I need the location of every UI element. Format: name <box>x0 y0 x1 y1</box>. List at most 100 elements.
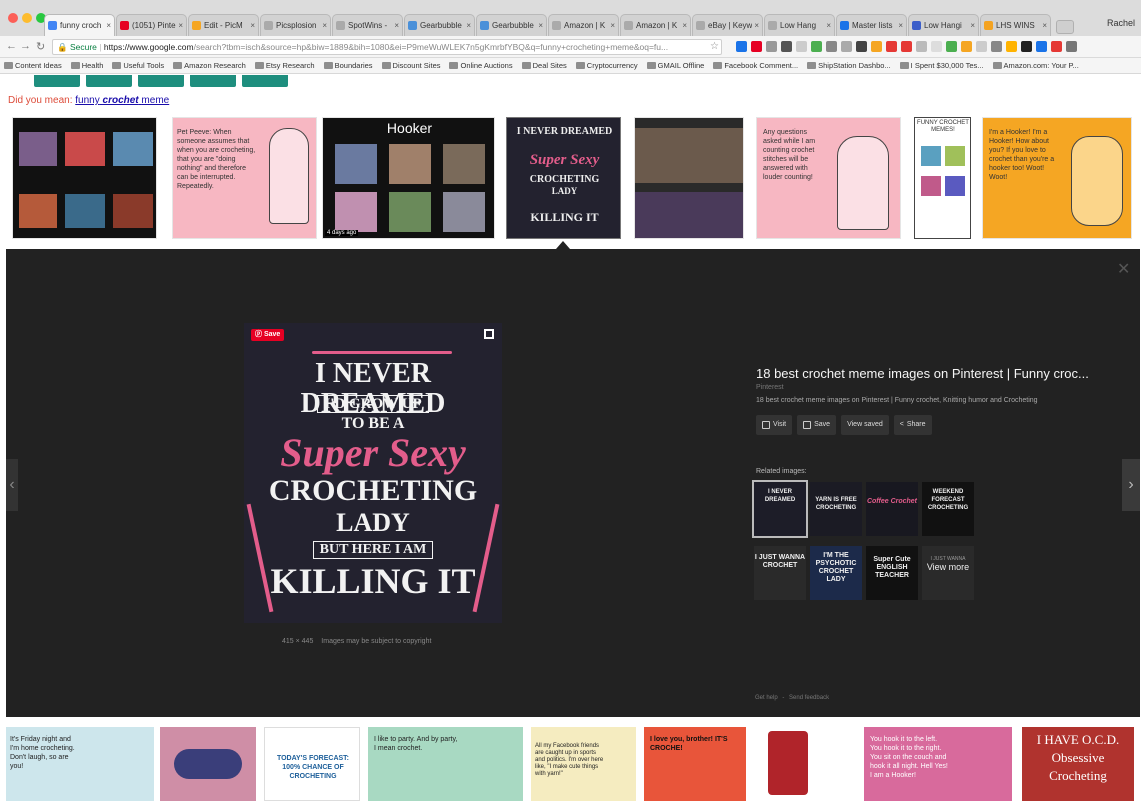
bookmark-item[interactable]: Online Auctions <box>449 61 513 70</box>
search-chip[interactable] <box>86 75 132 87</box>
image-result[interactable]: You hook it to the left. You hook it to … <box>864 727 1012 801</box>
expand-icon[interactable] <box>484 329 494 339</box>
back-arrow-icon[interactable]: ← <box>6 40 17 52</box>
menu-icon[interactable] <box>1066 41 1077 52</box>
image-result[interactable] <box>160 727 256 801</box>
extension-icon[interactable] <box>1021 41 1032 52</box>
bookmark-item[interactable]: ShipStation Dashbo... <box>807 61 891 70</box>
extension-icon[interactable] <box>1036 41 1047 52</box>
image-result[interactable]: It's Friday night and I'm home crochetin… <box>6 727 154 801</box>
image-result[interactable]: TODAY'S FORECAST: 100% CHANCE OF CROCHET… <box>264 727 360 801</box>
image-result[interactable] <box>634 117 744 239</box>
browser-tab[interactable]: SpotWins - × <box>332 14 403 36</box>
extension-icon[interactable] <box>826 41 837 52</box>
tab-close-icon[interactable]: × <box>682 21 687 30</box>
browser-tab[interactable]: Amazon | K × <box>548 14 619 36</box>
extension-icon[interactable] <box>856 41 867 52</box>
get-help-link[interactable]: Get help <box>755 695 778 701</box>
related-image[interactable]: WEEKEND FORECAST CROCHETING <box>922 482 974 536</box>
image-result[interactable] <box>12 117 157 239</box>
save-button[interactable]: Save <box>797 415 837 435</box>
related-image[interactable]: Coffee Crochet <box>866 482 918 536</box>
search-chip[interactable] <box>34 75 80 87</box>
tab-close-icon[interactable]: × <box>826 21 831 30</box>
extension-icon[interactable] <box>736 41 747 52</box>
bookmark-item[interactable]: Facebook Comment... <box>713 61 798 70</box>
bookmark-item[interactable]: I Spent $30,000 Tes... <box>899 61 984 70</box>
browser-tab[interactable]: Low Hang × <box>764 14 835 36</box>
search-chip[interactable] <box>138 75 184 87</box>
bookmark-star-icon[interactable]: ☆ <box>710 41 719 52</box>
view-saved-button[interactable]: View saved <box>841 415 889 435</box>
view-more-button[interactable]: I JUST WANNA View more <box>922 546 974 600</box>
bookmark-item[interactable]: Deal Sites <box>521 61 567 70</box>
extension-icon[interactable] <box>811 41 822 52</box>
tab-close-icon[interactable]: × <box>250 21 255 30</box>
pinterest-save-button[interactable]: ⓟ Save <box>251 329 285 341</box>
tab-close-icon[interactable]: × <box>466 21 471 30</box>
extension-icon[interactable] <box>751 41 762 52</box>
extension-icon[interactable] <box>961 41 972 52</box>
address-bar[interactable]: 🔒 Secure | https://www.google.com/search… <box>52 39 722 55</box>
image-result[interactable]: Pet Peeve: When someone assumes that whe… <box>172 117 317 239</box>
image-result[interactable]: All my Facebook friends are caught up in… <box>531 727 636 801</box>
browser-tab[interactable]: Picsplosion × <box>260 14 331 36</box>
bookmark-item[interactable]: Amazon Research <box>173 61 246 70</box>
browser-tab[interactable]: Amazon | K × <box>620 14 691 36</box>
related-image[interactable]: I JUST WANNA CROCHET <box>754 546 806 600</box>
bookmark-item[interactable]: Useful Tools <box>112 61 164 70</box>
bookmark-item[interactable]: Etsy Research <box>254 61 315 70</box>
image-result[interactable]: I'm a Hooker! I'm a Hooker! How about yo… <box>982 117 1132 239</box>
browser-tab[interactable]: funny croch × <box>44 14 115 36</box>
related-image[interactable]: I NEVER DREAMED <box>752 480 808 538</box>
extension-icon[interactable] <box>1051 41 1062 52</box>
bookmark-item[interactable]: Boundaries <box>323 61 373 70</box>
extension-icon[interactable] <box>871 41 882 52</box>
bookmark-item[interactable]: GMAIL Offline <box>646 61 704 70</box>
related-image[interactable]: YARN IS FREE CROCHETING <box>810 482 862 536</box>
profile-name[interactable]: Rachel <box>1107 18 1135 28</box>
extension-icon[interactable] <box>781 41 792 52</box>
extension-icon[interactable] <box>991 41 1002 52</box>
share-button[interactable]: < Share <box>893 415 932 435</box>
extension-icon[interactable] <box>1006 41 1017 52</box>
image-result[interactable]: I HAVE O.C.D. Obsessive Crocheting <box>1022 727 1134 801</box>
tab-close-icon[interactable]: × <box>106 21 111 30</box>
tab-close-icon[interactable]: × <box>898 21 903 30</box>
new-tab-button[interactable] <box>1056 20 1074 34</box>
related-image[interactable]: Super Cute ENGLISH TEACHER <box>866 546 918 600</box>
extension-icon[interactable] <box>931 41 942 52</box>
tab-close-icon[interactable]: × <box>178 21 183 30</box>
related-image[interactable]: I'M THE PSYCHOTIC CROCHET LADY <box>810 546 862 600</box>
browser-tab[interactable]: Low Hangi × <box>908 14 979 36</box>
image-result-selected[interactable]: I NEVER DREAMED Super Sexy CROCHETING LA… <box>506 117 621 239</box>
extension-icon[interactable] <box>766 41 777 52</box>
close-window-button[interactable] <box>8 13 18 23</box>
bookmark-item[interactable]: Health <box>70 61 103 70</box>
browser-tab[interactable]: (1051) Pinte × <box>116 14 187 36</box>
bookmark-item[interactable]: Amazon.com: Your P... <box>992 61 1079 70</box>
browser-tab[interactable]: Master lists × <box>836 14 907 36</box>
image-result[interactable] <box>754 727 858 801</box>
minimize-window-button[interactable] <box>22 13 32 23</box>
forward-arrow-icon[interactable]: → <box>20 40 31 52</box>
extension-icon[interactable] <box>886 41 897 52</box>
browser-tab[interactable]: LHS WINS × <box>980 14 1051 36</box>
browser-tab[interactable]: Gearbubble × <box>404 14 475 36</box>
extension-icon[interactable] <box>976 41 987 52</box>
close-icon[interactable]: ✕ <box>1117 259 1130 279</box>
tab-close-icon[interactable]: × <box>1042 21 1047 30</box>
image-result[interactable]: I like to party. And by party, I mean cr… <box>368 727 523 801</box>
extension-icon[interactable] <box>841 41 852 52</box>
browser-tab[interactable]: eBay | Keyw × <box>692 14 763 36</box>
bookmark-item[interactable]: Content Ideas <box>4 61 62 70</box>
tab-close-icon[interactable]: × <box>322 21 327 30</box>
tab-close-icon[interactable]: × <box>538 21 543 30</box>
image-result[interactable]: I love you, brother! IT'S CROCHE! <box>644 727 746 801</box>
browser-tab[interactable]: Edit - PicM × <box>188 14 259 36</box>
next-image-arrow-icon[interactable]: › <box>1122 459 1140 511</box>
image-result[interactable]: FUNNY CROCHET MEMES! <box>914 117 971 239</box>
previous-image-arrow-icon[interactable]: ‹ <box>6 459 18 511</box>
did-you-mean-link[interactable]: funny crochet meme <box>75 95 169 106</box>
reload-icon[interactable]: ↻ <box>36 40 45 53</box>
